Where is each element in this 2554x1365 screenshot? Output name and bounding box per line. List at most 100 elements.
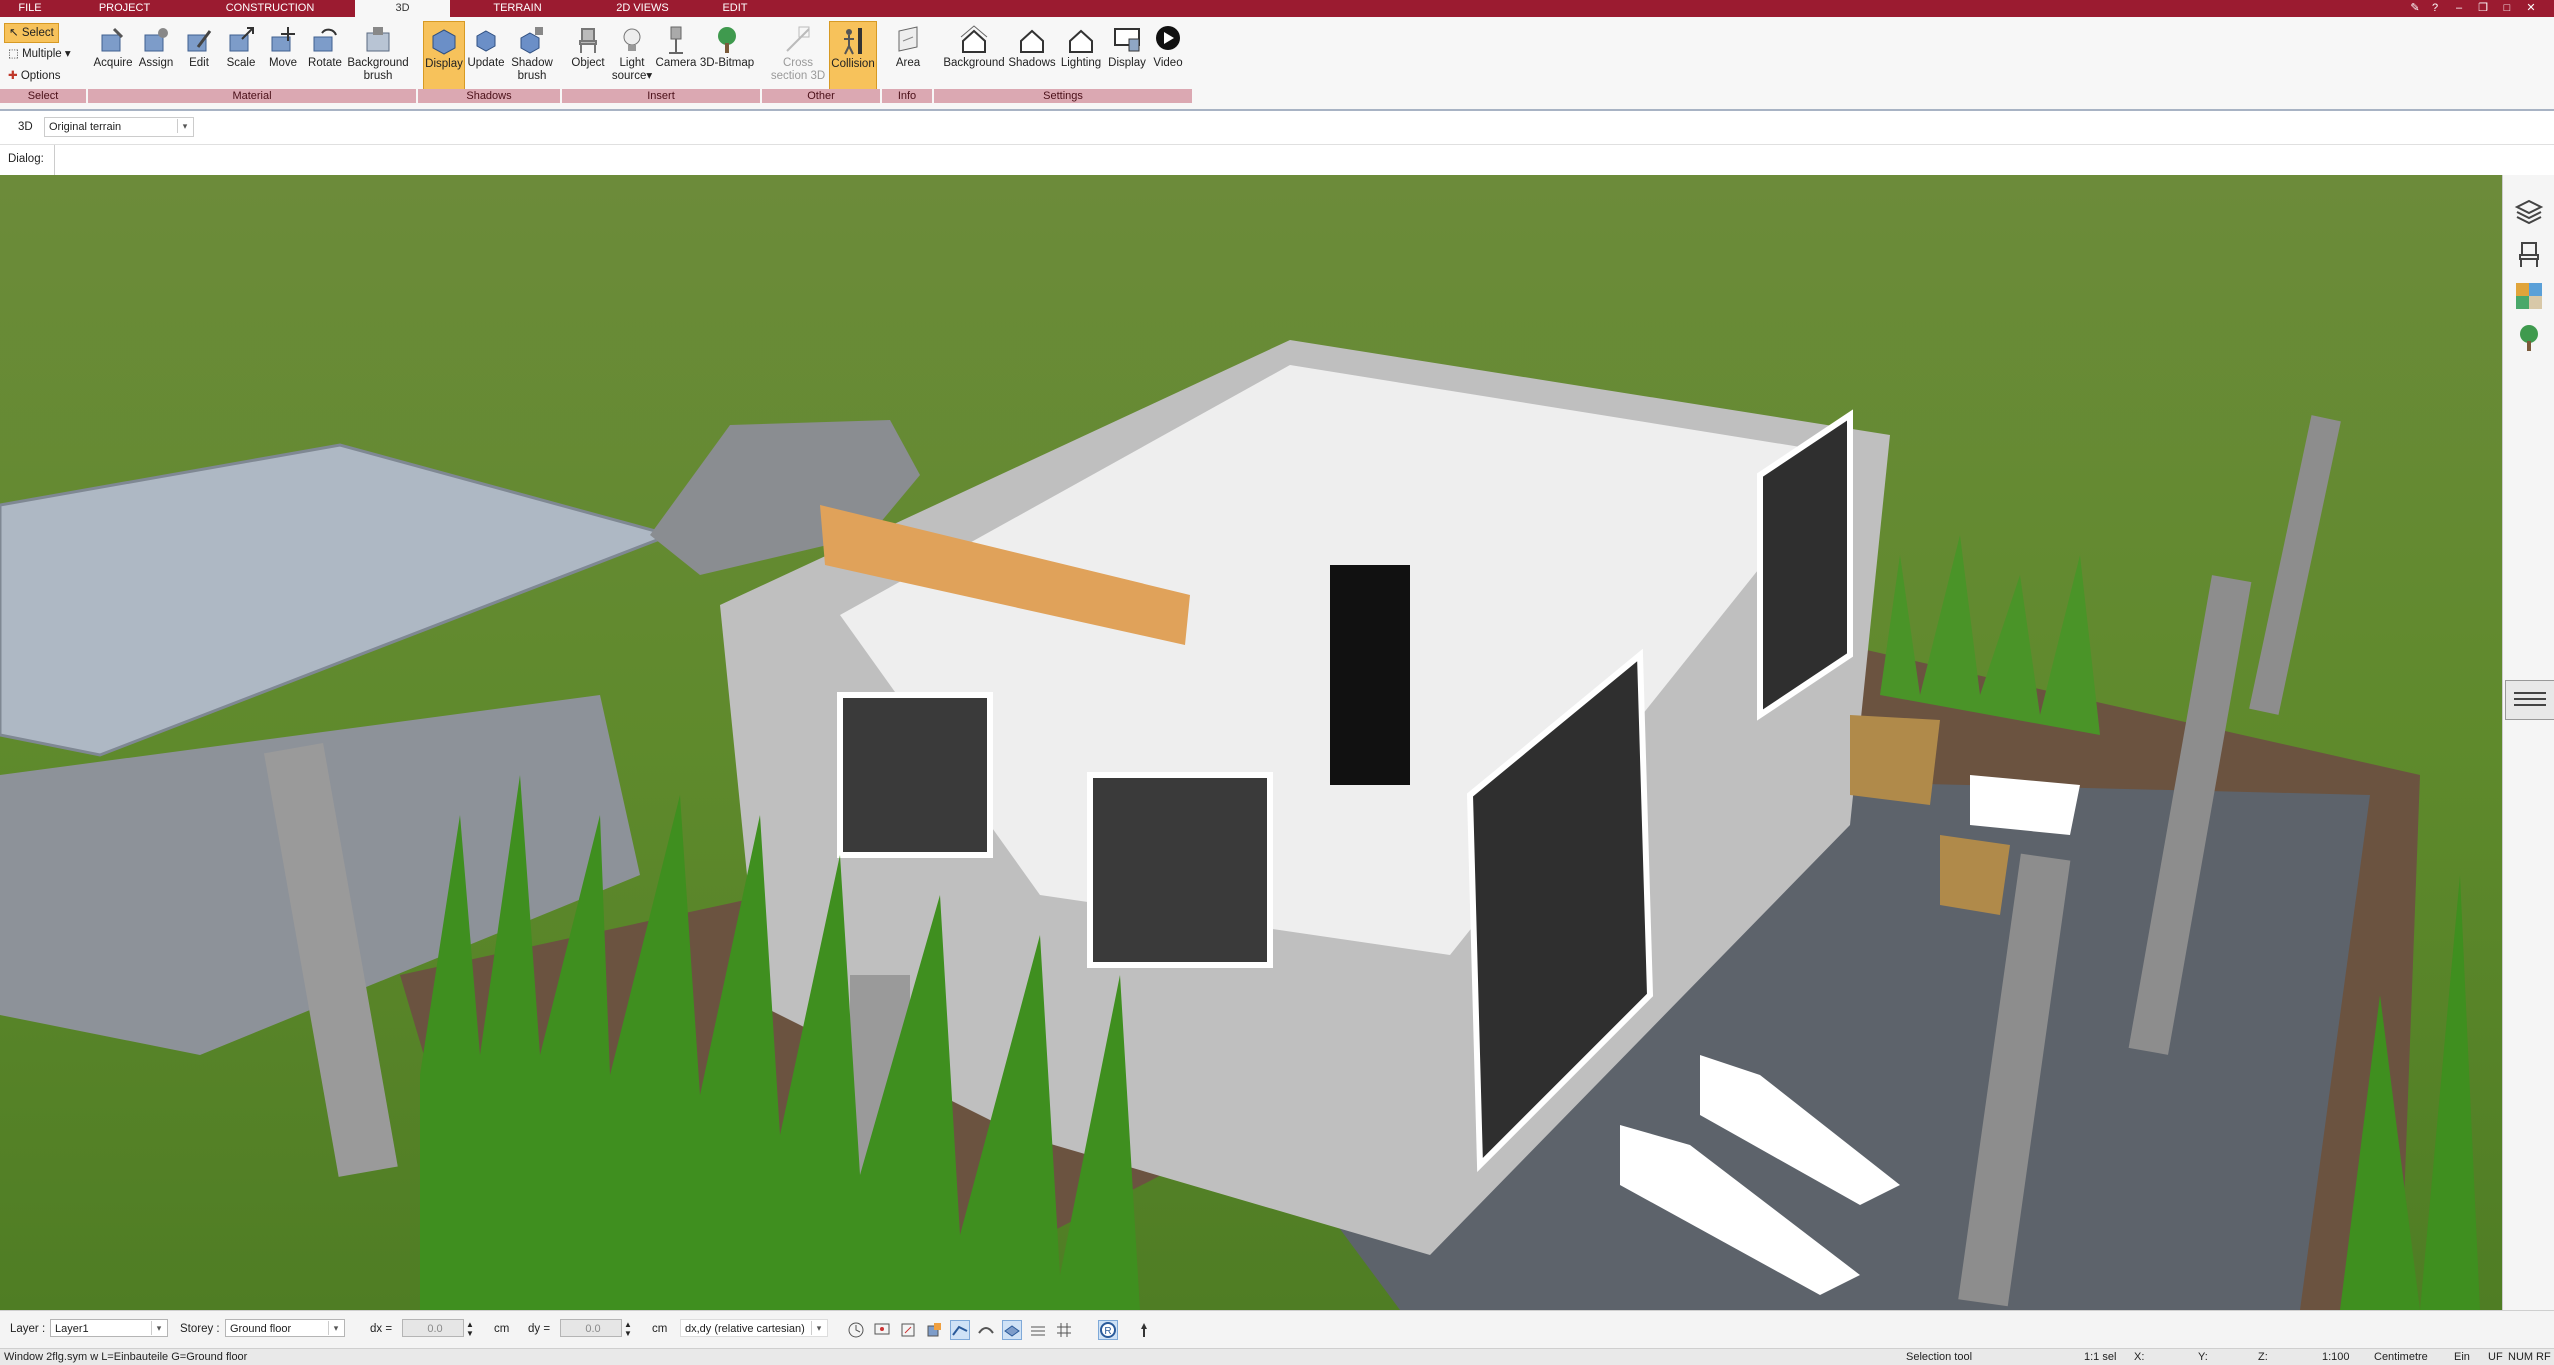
tab-construction[interactable]: CONSTRUCTION — [190, 0, 350, 17]
dy-spinner[interactable]: ▲ ▼ — [624, 1320, 632, 1338]
play-icon — [1156, 26, 1180, 50]
chevron-down-icon: ▾ — [646, 70, 653, 82]
ortho-mode-icon[interactable]: R — [1098, 1320, 1118, 1340]
tree-icon — [718, 27, 736, 53]
area-icon — [898, 26, 918, 52]
snap-curve-icon[interactable] — [976, 1320, 996, 1340]
dx-label: dx = — [370, 1323, 393, 1335]
z-coordinate: Z: — [2258, 1351, 2268, 1363]
close-icon[interactable]: ✕ — [2524, 1, 2538, 15]
acquire-icon — [101, 27, 124, 52]
context-bar: 3D Original terrain ▾ — [0, 111, 2554, 145]
dialog-bar: Dialog: — [0, 145, 2554, 176]
group-material-label: Material — [88, 89, 416, 103]
bottom-toolbar: Layer : Layer1 ▾ Storey : Ground floor ▾… — [0, 1310, 2554, 1348]
layers-toggle-icon[interactable] — [1028, 1320, 1048, 1340]
house-shadow-icon — [1020, 29, 1044, 53]
selection-count: 1:1 sel — [2084, 1351, 2117, 1363]
options-button[interactable]: ✚ Options — [4, 67, 64, 85]
grid-icon[interactable] — [1054, 1320, 1074, 1340]
history-icon[interactable] — [846, 1320, 866, 1340]
multiple-dropdown[interactable]: ⬚ Multiple ▾ — [4, 45, 75, 63]
camera-icon — [669, 26, 683, 54]
plants-icon[interactable] — [2514, 323, 2544, 353]
tab-project[interactable]: PROJECT — [62, 0, 187, 17]
cube-icon — [432, 29, 456, 55]
screen-capture-icon[interactable] — [872, 1320, 892, 1340]
cube-refresh-icon — [476, 30, 496, 52]
materials-icon[interactable] — [2514, 281, 2544, 311]
measurement-units: Centimetre — [2374, 1351, 2428, 1363]
dy-unit: cm — [652, 1323, 668, 1335]
x-coordinate: X: — [2134, 1351, 2145, 1363]
window — [837, 692, 993, 858]
chevron-down-icon: ▾ — [811, 1321, 826, 1335]
layers-icon[interactable] — [2514, 197, 2544, 227]
group-insert-label: Insert — [562, 89, 760, 103]
status-bar: Window 2flg.sym w L=Einbauteile G=Ground… — [0, 1348, 2554, 1365]
window — [1087, 772, 1273, 968]
select-button[interactable]: ↖ Select — [4, 23, 59, 43]
dx-input[interactable]: 0.0 — [402, 1319, 464, 1337]
north-arrow-icon[interactable] — [1134, 1320, 1154, 1340]
shadow-brush-icon — [520, 27, 543, 54]
kitchen-hood — [1330, 565, 1410, 785]
tools-icon[interactable]: ✎ — [2408, 1, 2422, 15]
move-icon — [271, 27, 295, 52]
tab-file[interactable]: FILE — [0, 0, 60, 17]
monitor-icon — [1114, 28, 1140, 52]
light-bulb-icon — [623, 28, 641, 51]
export-icon[interactable] — [924, 1320, 944, 1340]
rf-indicator: RF — [2536, 1351, 2551, 1363]
dx-unit: cm — [494, 1323, 510, 1335]
help-icon[interactable]: ? — [2428, 1, 2442, 15]
3d-viewport[interactable] — [0, 175, 2502, 1310]
rattan-chair — [1850, 715, 1940, 805]
cross-section-icon — [786, 26, 810, 52]
storey-select[interactable]: Ground floor ▾ — [225, 1319, 345, 1337]
snap-plane-icon[interactable] — [1002, 1320, 1022, 1340]
group-info-label: Info — [882, 89, 932, 103]
minimize-icon[interactable]: – — [2452, 1, 2466, 15]
drawing-scale: 1:100 — [2322, 1351, 2350, 1363]
menu-tab-bar: FILE PROJECT CONSTRUCTION 3D TERRAIN 2D … — [0, 0, 2554, 19]
hamburger-icon — [2514, 692, 2546, 694]
rotate-icon — [313, 28, 337, 52]
tab-terrain[interactable]: TERRAIN — [455, 0, 580, 17]
svg-text:R: R — [1104, 1326, 1111, 1337]
house-background-icon — [960, 25, 988, 53]
ribbon: ↖ Select ⬚ Multiple ▾ ✚ Options Acquire … — [0, 17, 2554, 111]
group-other-label: Other — [762, 89, 880, 103]
furniture-catalog-icon[interactable] — [2514, 239, 2544, 269]
coordinate-mode-select[interactable]: dx,dy (relative cartesian) ▾ — [680, 1319, 828, 1337]
layer-select[interactable]: Layer1 ▾ — [50, 1319, 168, 1337]
patio-table — [1970, 775, 2080, 835]
panel-toggle-handle[interactable] — [2505, 680, 2554, 720]
snap-line-icon[interactable] — [950, 1320, 970, 1340]
layer-label: Layer : — [10, 1323, 46, 1335]
dy-input[interactable]: 0.0 — [560, 1319, 622, 1337]
print-preview-icon[interactable] — [898, 1320, 918, 1340]
restore-icon[interactable]: ❐ — [2476, 1, 2490, 15]
right-sidebar — [2502, 175, 2554, 1310]
group-settings-label: Settings — [934, 89, 1192, 103]
dx-spinner[interactable]: ▲ ▼ — [466, 1320, 474, 1338]
multi-select-icon: ⬚ — [8, 48, 19, 60]
active-tool: Selection tool — [1906, 1351, 1973, 1363]
3d-scene — [0, 175, 2502, 1310]
terrain-select[interactable]: Original terrain ▾ — [44, 117, 194, 137]
status-message: Window 2flg.sym w L=Einbauteile G=Ground… — [4, 1351, 248, 1363]
house-lighting-icon — [1069, 29, 1093, 53]
group-select-label: Select — [0, 89, 86, 103]
chevron-down-icon: ▾ — [64, 48, 71, 60]
chevron-down-icon: ▾ — [177, 119, 192, 133]
cursor-icon: ↖ — [9, 27, 19, 39]
rattan-chair — [1940, 835, 2010, 915]
num-lock-indicator: NUM — [2508, 1351, 2534, 1363]
edit-icon — [187, 30, 212, 52]
uf-indicator: UF — [2488, 1351, 2503, 1363]
tab-2d-views[interactable]: 2D VIEWS — [585, 0, 700, 17]
tab-edit[interactable]: EDIT — [705, 0, 765, 17]
view-mode-label: 3D — [18, 121, 33, 133]
maximize-icon[interactable]: □ — [2500, 1, 2514, 15]
